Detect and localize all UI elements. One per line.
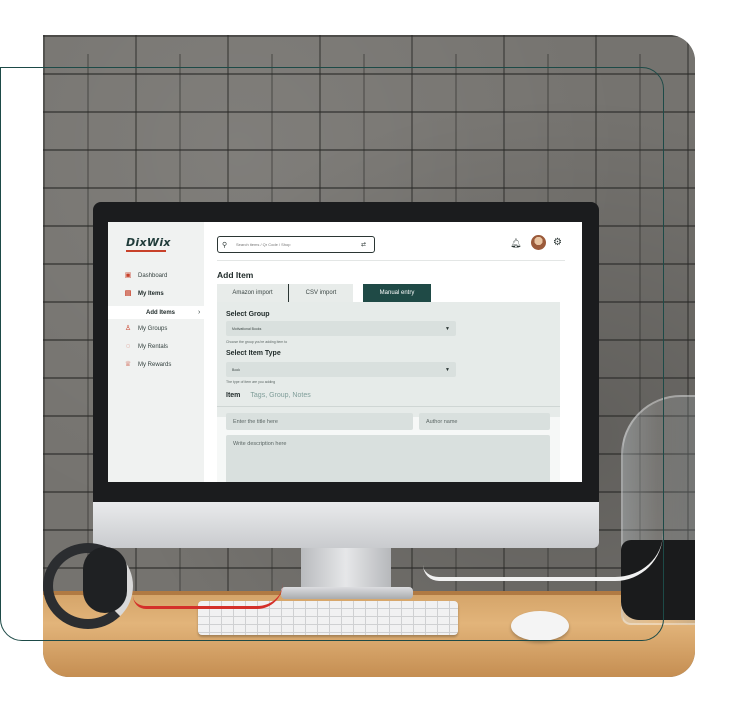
sidebar-item-label: My Items bbox=[138, 291, 164, 297]
item-type-hint: The type of item are you adding bbox=[226, 380, 276, 384]
dashboard-icon: ▣ bbox=[124, 272, 132, 279]
item-type-select[interactable]: Book ▼ bbox=[226, 362, 456, 377]
chevron-right-icon: › bbox=[198, 309, 201, 316]
rentals-icon: ◌ bbox=[125, 343, 131, 350]
sidebar-item-label: My Rewards bbox=[138, 362, 172, 368]
sidebar-item-label: My Rentals bbox=[138, 344, 169, 350]
caret-down-icon: ▼ bbox=[445, 325, 450, 332]
sidebar-item-label: Add Items bbox=[146, 309, 176, 316]
logo-underline bbox=[126, 250, 166, 252]
sidebar-item-my-rentals[interactable]: ◌ My Rentals bbox=[124, 341, 168, 353]
gear-icon[interactable]: ⚙ bbox=[553, 237, 562, 248]
bell-icon[interactable]: 🔔︎ bbox=[510, 238, 521, 249]
rewards-icon: ♕ bbox=[124, 361, 132, 368]
group-select[interactable]: Motivational Books ▼ bbox=[226, 321, 456, 336]
app-screen: DixWix ▣ Dashboard ▤ My Items Add Items … bbox=[108, 222, 582, 482]
header-divider bbox=[217, 260, 565, 261]
item-type-select-value: Book bbox=[232, 367, 240, 372]
sidebar-item-dashboard[interactable]: ▣ Dashboard bbox=[124, 270, 168, 282]
description-field-placeholder: Write description here bbox=[233, 441, 287, 447]
search-icon: ⚲ bbox=[222, 241, 228, 249]
search-bar[interactable]: ⚲ ⇄ bbox=[217, 236, 375, 253]
sidebar-subitem-add-items[interactable]: Add Items › bbox=[108, 306, 204, 319]
subtab-item[interactable]: Item bbox=[226, 392, 240, 399]
headphone-cup bbox=[83, 547, 127, 613]
tab-amazon-import[interactable]: Amazon import bbox=[217, 284, 289, 302]
tab-gap bbox=[353, 284, 363, 302]
search-input[interactable] bbox=[236, 242, 348, 247]
monitor-chin bbox=[93, 502, 599, 548]
select-item-type-label: Select Item Type bbox=[226, 350, 281, 357]
sidebar-item-my-rewards[interactable]: ♕ My Rewards bbox=[124, 359, 171, 371]
form-subtabs: Item Tags, Group, Notes bbox=[226, 392, 311, 399]
avatar[interactable] bbox=[531, 235, 546, 250]
groups-icon: ♙ bbox=[124, 325, 132, 332]
author-field[interactable]: Author name bbox=[419, 413, 550, 430]
group-select-value: Motivational Books bbox=[232, 326, 262, 331]
author-field-placeholder: Author name bbox=[426, 418, 458, 425]
caret-down-icon: ▼ bbox=[445, 366, 450, 373]
sidebar-item-label: Dashboard bbox=[138, 273, 168, 279]
monitor-stand-foot bbox=[281, 587, 413, 599]
sidebar-item-label: My Groups bbox=[138, 326, 168, 332]
title-field-placeholder: Enter the title here bbox=[233, 418, 278, 425]
sidebar-item-my-items[interactable]: ▤ My Items bbox=[124, 288, 164, 300]
sidebar: DixWix ▣ Dashboard ▤ My Items Add Items … bbox=[108, 222, 204, 482]
subtab-divider bbox=[217, 406, 560, 407]
import-tabs: Amazon import CSV import Manual entry bbox=[217, 284, 560, 302]
items-icon: ▤ bbox=[124, 290, 132, 297]
monitor-stand bbox=[301, 548, 391, 592]
page-title: Add Item bbox=[217, 270, 254, 280]
subtab-tags-group-notes[interactable]: Tags, Group, Notes bbox=[250, 392, 310, 399]
tab-csv-import[interactable]: CSV import bbox=[289, 284, 353, 302]
description-field[interactable]: Write description here bbox=[226, 435, 550, 482]
group-hint: Choose the group you're adding item to bbox=[226, 340, 288, 344]
title-field[interactable]: Enter the title here bbox=[226, 413, 413, 430]
filter-icon[interactable]: ⇄ bbox=[361, 241, 366, 248]
red-cable bbox=[133, 583, 283, 609]
mouse bbox=[511, 611, 569, 641]
sidebar-item-my-groups[interactable]: ♙ My Groups bbox=[124, 323, 167, 335]
app-logo[interactable]: DixWix bbox=[126, 236, 171, 249]
select-group-label: Select Group bbox=[226, 311, 270, 318]
tab-manual-entry[interactable]: Manual entry bbox=[363, 284, 431, 302]
